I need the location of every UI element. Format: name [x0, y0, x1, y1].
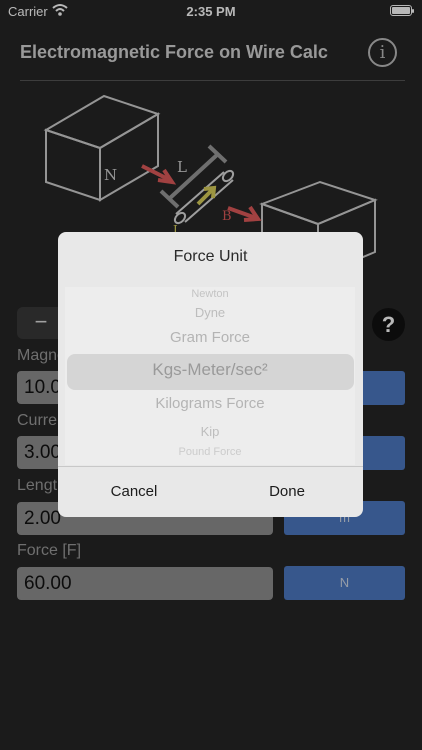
force-unit-dialog: Force Unit Newton Dyne Gram Force Kgs-Me…: [58, 232, 363, 517]
picker-option-pound-force[interactable]: Pound Force: [65, 446, 355, 458]
picker-option-kip[interactable]: Kip: [65, 424, 355, 439]
dialog-title: Force Unit: [173, 248, 248, 265]
picker-option-kilograms-force[interactable]: Kilograms Force: [65, 395, 355, 412]
done-button[interactable]: Done: [211, 467, 363, 517]
picker-option-kgs-meter-sec2[interactable]: Kgs-Meter/sec²: [65, 360, 355, 380]
picker-option-gram-force[interactable]: Gram Force: [65, 329, 355, 346]
picker-option-newton[interactable]: Newton: [65, 288, 355, 300]
cancel-button[interactable]: Cancel: [58, 467, 210, 517]
picker-option-dyne[interactable]: Dyne: [65, 305, 355, 320]
unit-picker[interactable]: Newton Dyne Gram Force Kgs-Meter/sec² Ki…: [65, 287, 355, 465]
